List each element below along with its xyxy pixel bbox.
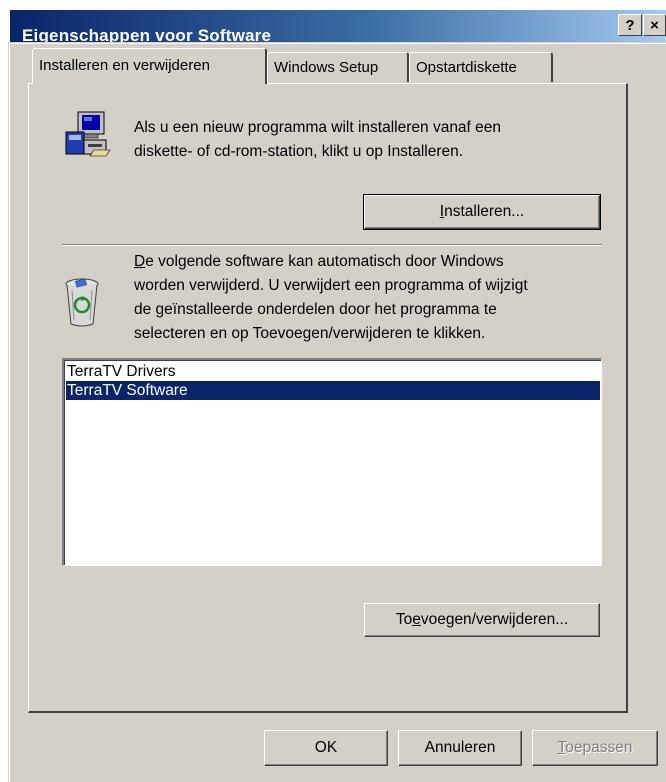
tab-windows-setup[interactable]: Windows Setup <box>267 52 409 82</box>
install-text-line: Als u een nieuw programma wilt installer… <box>134 119 502 136</box>
list-item-selected[interactable]: TerraTV Software <box>66 381 600 400</box>
remove-text-rest: e volgende software kan automatisch door… <box>145 253 504 270</box>
list-item[interactable]: TerraTV Drivers <box>66 362 600 381</box>
remove-text-line: worden verwijderd. U verwijdert een prog… <box>134 277 528 294</box>
active-tab-join <box>33 82 265 85</box>
install-text-line: diskette- of cd-rom-station, klikt u op … <box>134 143 464 160</box>
add-remove-button[interactable]: Toevoegen/verwijderen... <box>364 603 600 637</box>
remove-description: De volgende software kan automatisch doo… <box>134 250 528 346</box>
cancel-button[interactable]: Annuleren <box>398 730 522 766</box>
list-item-label: TerraTV Drivers <box>67 363 176 380</box>
tab-label: Opstartdiskette <box>416 59 517 76</box>
software-listbox[interactable]: TerraTV Drivers TerraTV Software <box>62 358 602 566</box>
tab-installeren-en-verwijderen[interactable]: Installeren en verwijderen <box>32 48 267 84</box>
apply-button[interactable]: Toepassen <box>532 730 658 766</box>
apply-label: oepassen <box>565 739 633 756</box>
list-item-label: TerraTV Software <box>67 382 188 399</box>
cancel-label: Annuleren <box>424 739 496 756</box>
recycle-bin-icon <box>64 278 100 328</box>
add-remove-label-pre: To <box>395 611 413 628</box>
tab-label: Installeren en verwijderen <box>39 57 210 74</box>
add-remove-mnemonic: e <box>412 611 421 628</box>
install-button-label: nstalleren... <box>444 203 525 220</box>
computer-install-icon <box>64 110 112 158</box>
remove-text-line: De volgende software kan automatisch doo… <box>134 250 528 274</box>
title-bar[interactable]: Eigenschappen voor Software <box>10 10 666 45</box>
ok-button[interactable]: OK <box>264 730 388 766</box>
install-button[interactable]: Installeren... <box>363 194 601 230</box>
remove-text-mnemonic: D <box>134 253 146 270</box>
add-remove-label-post: voegen/verwijderen... <box>420 611 569 628</box>
remove-text-line: de geïnstalleerde onderdelen door het pr… <box>134 301 497 318</box>
help-button[interactable]: ? <box>618 14 642 36</box>
ok-label: OK <box>314 739 338 756</box>
close-button[interactable]: × <box>643 14 666 36</box>
tab-label: Windows Setup <box>274 59 379 76</box>
tab-opstartdiskette[interactable]: Opstartdiskette <box>409 52 553 82</box>
section-separator <box>62 244 602 246</box>
install-description: Als u een nieuw programma wilt installer… <box>134 116 501 164</box>
remove-text-line: selecteren en op Toevoegen/verwijderen t… <box>134 325 486 342</box>
